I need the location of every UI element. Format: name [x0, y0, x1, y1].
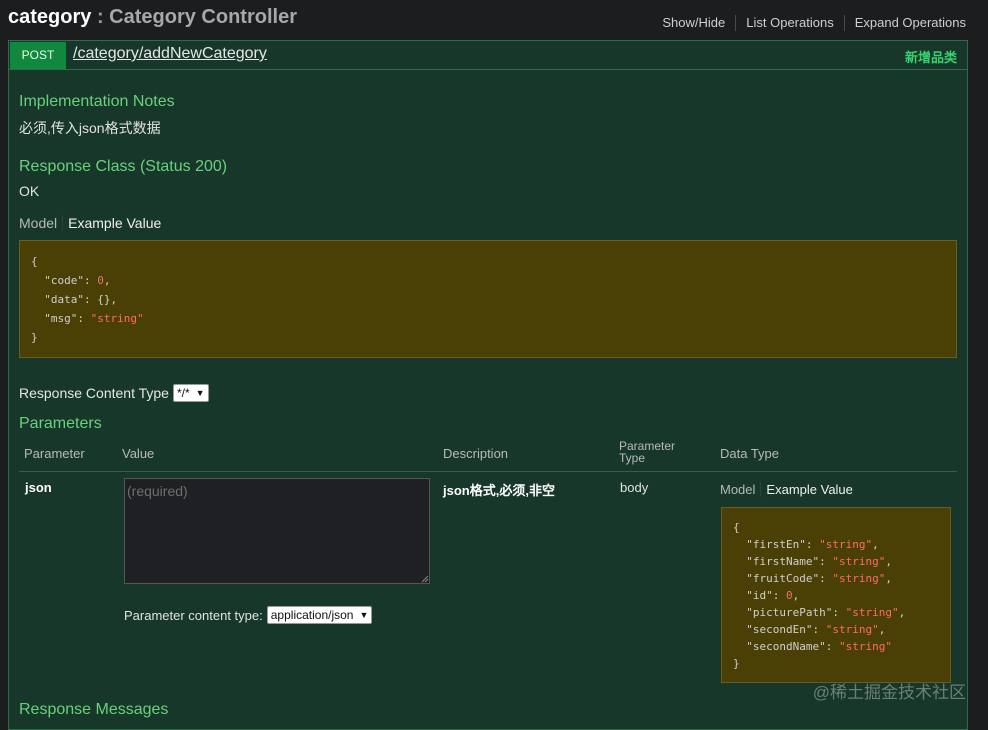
code-string: "string"	[90, 312, 144, 325]
code-number: 0	[97, 274, 104, 287]
code-line: "msg": "string"	[31, 312, 144, 325]
operation-block: POST /category/addNewCategory 新增品类 Imple…	[8, 40, 968, 730]
operation-heading[interactable]: POST /category/addNewCategory 新增品类	[9, 41, 967, 70]
chevron-down-icon: ▼	[359, 610, 369, 620]
param-header-parameter-type: Parameter Type	[619, 440, 675, 464]
param-model-tab[interactable]: Model	[720, 482, 762, 497]
implementation-notes-text: 必须,传入json格式数据	[19, 120, 161, 136]
param-content-type: Parameter content type: application/json…	[124, 606, 373, 624]
code-line: "secondEn": "string",	[733, 623, 886, 636]
response-content-type-label: Response Content Type	[19, 385, 169, 401]
resource-name[interactable]: category	[8, 6, 91, 28]
resource-title[interactable]: category : Category Controller	[8, 6, 297, 29]
code-string: "string"	[819, 538, 873, 551]
list-operations-link[interactable]: List Operations	[735, 15, 843, 31]
param-content-type-value: application/json	[270, 608, 354, 622]
param-content-type-select[interactable]: application/json ▼	[266, 606, 373, 624]
param-header-parameter-type-line2: Type	[619, 451, 646, 465]
code-string: "string"	[845, 606, 899, 619]
param-description: json格式,必须,非空	[443, 483, 555, 498]
param-header-divider	[19, 471, 957, 472]
title-separator: :	[96, 6, 104, 28]
param-name: json	[25, 480, 52, 495]
code-string: "string"	[832, 555, 886, 568]
code-string: "string"	[838, 640, 892, 653]
expand-operations-link[interactable]: Expand Operations	[843, 15, 966, 31]
param-header-value: Value	[122, 446, 155, 461]
param-type: body	[620, 480, 649, 495]
response-class-heading: Response Class (Status 200)	[19, 158, 228, 175]
param-header-description: Description	[443, 446, 509, 461]
resource-header: category : Category Controller Show/Hide…	[0, 0, 988, 40]
operation-path-link[interactable]: /category/addNewCategory	[73, 45, 267, 63]
param-header-parameter: Parameter	[24, 446, 85, 461]
param-model-tabs: Model Example Value	[720, 482, 863, 497]
code-string: "string"	[832, 572, 886, 585]
param-content-type-label: Parameter content type:	[124, 607, 263, 623]
param-header-data-type: Data Type	[720, 446, 780, 461]
code-line: "fruitCode": "string",	[733, 572, 892, 585]
model-tab[interactable]: Model	[19, 215, 64, 231]
parameters-heading: Parameters	[19, 415, 102, 432]
param-value-textarea[interactable]: (required)	[124, 478, 430, 584]
code-line: "secondName": "string"	[733, 640, 892, 653]
code-line: "picturePath": "string",	[733, 606, 906, 619]
response-content-type-value: */*	[176, 386, 190, 400]
code-line: }	[31, 331, 38, 344]
code-line: {	[733, 521, 740, 534]
resource-ops: Show/Hide List Operations Expand Operati…	[652, 15, 966, 31]
http-method-badge[interactable]: POST	[10, 42, 66, 69]
show-hide-link[interactable]: Show/Hide	[652, 15, 735, 31]
chevron-down-icon: ▼	[195, 388, 205, 398]
response-example-code[interactable]: { "code": 0, "data": {}, "msg": "string"…	[19, 240, 957, 358]
example-value-tab[interactable]: Example Value	[68, 215, 166, 231]
code-number: 0	[785, 589, 793, 602]
code-line: "code": 0,	[31, 274, 111, 287]
code-line: "firstName": "string",	[733, 555, 892, 568]
param-example-value-tab[interactable]: Example Value	[766, 482, 857, 497]
operation-summary[interactable]: 新增品类	[905, 47, 957, 66]
code-line: {	[31, 255, 38, 268]
response-class-value: OK	[19, 183, 40, 199]
resize-grip-icon[interactable]	[421, 575, 429, 583]
response-content-type: Response Content Type */* ▼	[19, 384, 209, 402]
implementation-notes-heading: Implementation Notes	[19, 93, 175, 110]
response-content-type-select[interactable]: */* ▼	[172, 384, 209, 402]
code-line: }	[733, 657, 740, 670]
code-line: "id": 0,	[733, 589, 800, 602]
response-model-tabs: Model Example Value	[19, 215, 171, 231]
param-example-code[interactable]: { "firstEn": "string", "firstName": "str…	[721, 507, 951, 683]
code-line: "data": {},	[31, 293, 118, 306]
resource-description: Category Controller	[109, 6, 297, 28]
watermark-text: @稀土掘金技术社区	[812, 683, 966, 702]
response-messages-heading: Response Messages	[19, 701, 169, 718]
code-string: "string"	[825, 623, 879, 636]
code-line: "firstEn": "string",	[733, 538, 879, 551]
